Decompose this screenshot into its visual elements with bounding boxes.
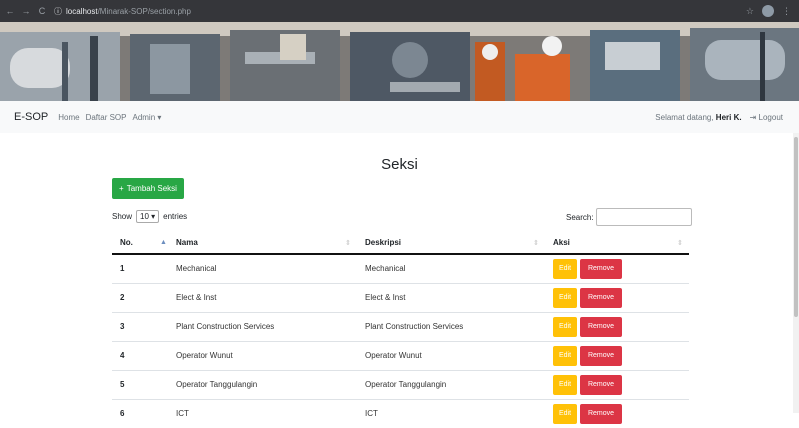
table-row: 2 Elect & Inst Elect & Inst Edit Remove	[112, 282, 689, 312]
page-title: Seksi	[381, 156, 418, 173]
forward-icon[interactable]: →	[20, 6, 32, 16]
row-actions: Edit Remove	[545, 311, 689, 341]
row-actions: Edit Remove	[545, 369, 689, 399]
nav-daftar-sop[interactable]: Daftar SOP	[86, 113, 127, 122]
remove-button[interactable]: Remove	[580, 258, 622, 279]
row-nama: Plant Construction Services	[168, 311, 357, 341]
address-bar[interactable]: ⓘ localhost/Minarak-SOP/section.php	[54, 6, 191, 17]
table-row: 5 Operator Tanggulangin Operator Tanggul…	[112, 369, 689, 399]
header-aksi[interactable]: Aksi ⇕	[545, 232, 689, 255]
row-deskripsi: Elect & Inst	[357, 282, 545, 312]
edit-button[interactable]: Edit	[553, 287, 577, 308]
search-input[interactable]	[595, 208, 692, 226]
remove-button[interactable]: Remove	[580, 374, 622, 395]
welcome-text: Selamat datang, Heri K.	[655, 112, 742, 122]
row-number: 4	[112, 340, 168, 370]
row-deskripsi: Plant Construction Services	[357, 311, 545, 341]
header-banner-image	[0, 22, 799, 101]
edit-button[interactable]: Edit	[553, 374, 577, 395]
bookmark-star-icon[interactable]: ☆	[746, 6, 754, 17]
row-nama: Operator Wunut	[168, 340, 357, 370]
row-number: 3	[112, 311, 168, 341]
remove-button[interactable]: Remove	[580, 403, 622, 424]
table-row: 6 ICT ICT Edit Remove	[112, 398, 689, 428]
header-deskripsi[interactable]: Deskripsi ⇕	[357, 232, 545, 255]
reload-icon[interactable]: C	[36, 6, 48, 16]
sort-icon: ⇕	[677, 240, 683, 247]
nav-admin-dropdown[interactable]: Admin ▾	[132, 113, 161, 122]
page-scrollbar-thumb[interactable]	[794, 137, 798, 317]
row-nama: Mechanical	[168, 253, 357, 283]
table-row: 1 Mechanical Mechanical Edit Remove	[112, 253, 689, 283]
row-nama: Operator Tanggulangin	[168, 369, 357, 399]
remove-button[interactable]: Remove	[580, 345, 622, 366]
browser-toolbar: ← → C ⓘ localhost/Minarak-SOP/section.ph…	[0, 0, 799, 22]
back-icon[interactable]: ←	[4, 6, 16, 16]
top-navbar: E-SOP Home Daftar SOP Admin ▾ Selamat da…	[0, 101, 799, 133]
row-number: 6	[112, 398, 168, 428]
user-name: Heri K.	[715, 112, 742, 122]
browser-menu-icon[interactable]: ⋮	[782, 6, 791, 17]
header-nama[interactable]: Nama ⇕	[168, 232, 357, 255]
header-no[interactable]: No. ▲	[112, 232, 168, 255]
row-actions: Edit Remove	[545, 340, 689, 370]
url-path: /Minarak-SOP/section.php	[97, 6, 191, 16]
edit-button[interactable]: Edit	[553, 258, 577, 279]
row-number: 5	[112, 369, 168, 399]
section-table: No. ▲ Nama ⇕ Deskripsi ⇕ Aksi ⇕ 1 Mechanical…	[112, 232, 689, 428]
profile-avatar[interactable]	[762, 5, 774, 17]
row-nama: ICT	[168, 398, 357, 428]
nav-home[interactable]: Home	[58, 113, 79, 122]
row-deskripsi: Operator Wunut	[357, 340, 545, 370]
row-actions: Edit Remove	[545, 398, 689, 428]
row-deskripsi: Operator Tanggulangin	[357, 369, 545, 399]
sort-icon: ⇕	[345, 240, 351, 247]
logout-link[interactable]: ⇥ Logout	[750, 113, 783, 122]
edit-button[interactable]: Edit	[553, 403, 577, 424]
table-row: 4 Operator Wunut Operator Wunut Edit Remo…	[112, 340, 689, 370]
sort-asc-icon: ▲	[160, 239, 167, 246]
sort-icon: ⇕	[533, 240, 539, 247]
info-icon[interactable]: ⓘ	[54, 6, 62, 17]
brand-logo[interactable]: E-SOP	[14, 111, 48, 123]
add-section-button[interactable]: + Tambah Seksi	[112, 178, 184, 199]
row-actions: Edit Remove	[545, 282, 689, 312]
row-deskripsi: Mechanical	[357, 253, 545, 283]
remove-button[interactable]: Remove	[580, 316, 622, 337]
entries-select[interactable]: 10 ▾	[136, 210, 160, 223]
url-host: localhost	[66, 6, 98, 16]
row-actions: Edit Remove	[545, 253, 689, 283]
edit-button[interactable]: Edit	[553, 316, 577, 337]
edit-button[interactable]: Edit	[553, 345, 577, 366]
logout-icon: ⇥	[749, 112, 757, 122]
entries-length-control: Show 10 ▾ entries	[112, 210, 188, 223]
row-number: 1	[112, 253, 168, 283]
search-control: Search:	[566, 208, 692, 226]
plus-icon: +	[119, 184, 124, 193]
industrial-plant-illustration	[0, 22, 799, 101]
row-nama: Elect & Inst	[168, 282, 357, 312]
row-deskripsi: ICT	[357, 398, 545, 428]
search-label: Search:	[566, 212, 594, 222]
table-row: 3 Plant Construction Services Plant Cons…	[112, 311, 689, 341]
row-number: 2	[112, 282, 168, 312]
remove-button[interactable]: Remove	[580, 287, 622, 308]
